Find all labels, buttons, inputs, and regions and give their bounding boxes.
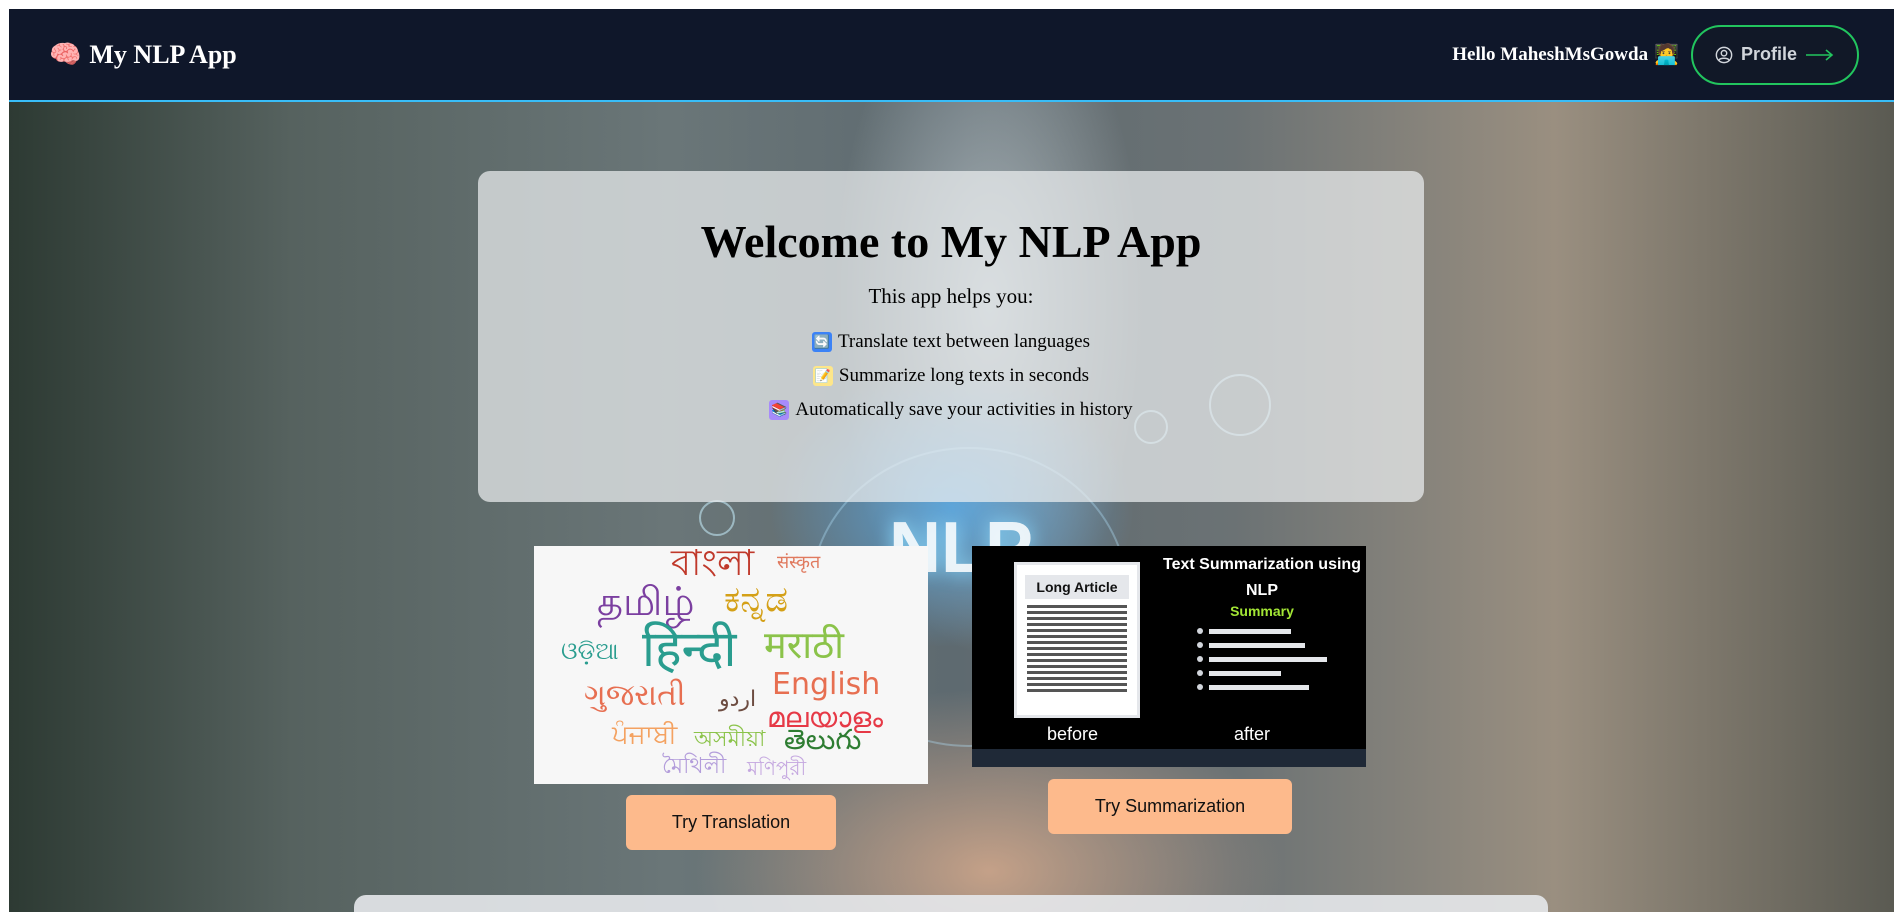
word-english: English xyxy=(772,667,881,702)
welcome-subtitle: This app helps you: xyxy=(868,284,1034,308)
nav-right: Hello MaheshMsGowda 🧑‍💻 Profile xyxy=(1452,24,1859,85)
try-summarization-button[interactable]: Try Summarization xyxy=(1048,779,1292,834)
summary-image-footer xyxy=(972,749,1366,767)
word-marathi: मराठी xyxy=(764,623,845,667)
brand-title: My NLP App xyxy=(89,39,237,69)
try-translation-button[interactable]: Try Translation xyxy=(626,795,836,850)
brand[interactable]: 🧠 My NLP App xyxy=(49,40,237,70)
summary-bullet xyxy=(1197,628,1291,634)
word-telugu: తెలుగు xyxy=(784,723,862,756)
circle-deco xyxy=(699,500,735,536)
word-kannada: ಕನ್ನಡ xyxy=(724,579,789,620)
summary-bullet xyxy=(1197,656,1327,662)
feature-item-translate: 🔄 Translate text between languages xyxy=(478,331,1424,353)
after-caption: after xyxy=(1234,724,1271,744)
feature-list: 🔄 Translate text between languages 📝 Sum… xyxy=(478,331,1424,421)
greeting-text: Hello MaheshMsGowda xyxy=(1452,43,1649,65)
technologist-icon: 🧑‍💻 xyxy=(1654,44,1679,66)
translation-image: বাংলা संस्कृत தமிழ் ಕನ್ನಡ ଓଡ଼ିଆ हिन्दी म… xyxy=(534,546,928,784)
summary-bullet xyxy=(1197,670,1281,676)
brain-icon: 🧠 xyxy=(49,39,82,69)
feature-text: Translate text between languages xyxy=(837,331,1091,352)
books-icon: 📚 xyxy=(769,400,790,420)
summary-label: Summary xyxy=(1230,603,1294,619)
summary-bullet xyxy=(1197,684,1309,690)
memo-icon: 📝 xyxy=(812,366,833,386)
profile-button[interactable]: Profile xyxy=(1690,24,1859,85)
summary-bullet xyxy=(1197,642,1305,648)
before-caption: before xyxy=(1047,724,1099,744)
word-bengali: বাংলা xyxy=(671,546,755,584)
summarization-image: Long Article before Text Summarization u… xyxy=(972,546,1366,767)
user-circle-icon xyxy=(1715,46,1733,64)
word-urdu: اردو xyxy=(719,687,757,712)
word-tamil: தமிழ் xyxy=(597,579,695,625)
arrow-right-icon xyxy=(1805,48,1835,62)
profile-label: Profile xyxy=(1740,44,1797,64)
word-sanskrit: संस्कृत xyxy=(777,552,821,573)
long-article-label: Long Article xyxy=(1025,575,1129,599)
word-odia: ଓଡ଼ିଆ xyxy=(561,637,619,665)
feature-item-summarize: 📝 Summarize long texts in seconds xyxy=(478,365,1424,387)
welcome-card: Welcome to My NLP App This app helps you… xyxy=(478,171,1424,502)
repeat-icon: 🔄 xyxy=(811,332,832,352)
welcome-title: Welcome to My NLP App xyxy=(700,216,1202,267)
navbar: 🧠 My NLP App Hello MaheshMsGowda 🧑‍💻 Pro… xyxy=(9,9,1894,102)
word-gujarati: ગુજરાતી xyxy=(584,678,686,713)
feature-text: Automatically save your activities in hi… xyxy=(795,399,1133,420)
bottom-card xyxy=(354,895,1548,912)
user-greeting: Hello MaheshMsGowda 🧑‍💻 xyxy=(1452,42,1679,67)
word-assamese: অসমীয়া xyxy=(694,727,766,752)
feature-text: Summarize long texts in seconds xyxy=(838,365,1090,386)
long-article-document: Long Article xyxy=(1014,562,1140,718)
feature-item-history: 📚 Automatically save your activities in … xyxy=(478,399,1424,421)
article-lines xyxy=(1027,605,1127,692)
app-frame: 🧠 My NLP App Hello MaheshMsGowda 🧑‍💻 Pro… xyxy=(9,9,1894,912)
word-punjabi: ਪੰਜਾਬੀ xyxy=(612,720,678,750)
word-maithili: মৈথিলী xyxy=(662,754,727,779)
summary-image-title: Text Summarization using NLP xyxy=(1163,556,1361,599)
word-hindi: हिन्दी xyxy=(642,620,737,678)
word-manipuri: মণিপুরী xyxy=(747,756,807,780)
